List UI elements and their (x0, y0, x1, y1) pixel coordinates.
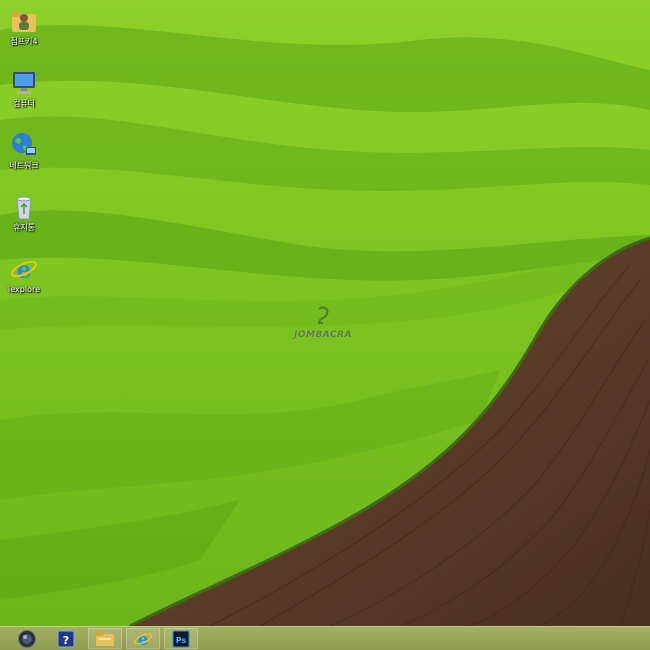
desktop-icon-internet-explorer[interactable]: e iexplore (0, 250, 48, 306)
desktop-icon-label: 네트워크 (9, 161, 39, 170)
svg-text:e: e (138, 630, 149, 649)
taskbar-ie-button[interactable]: e (126, 628, 160, 649)
taskbar-help-button[interactable]: ? (49, 628, 83, 649)
desktop[interactable]: 점프키4 컴퓨터 네트워크 휴지통 e iexplore JOMBACRA ? … (0, 0, 650, 650)
help-icon: ? (57, 630, 75, 647)
network-icon (12, 133, 36, 155)
user-folder-icon (12, 12, 36, 32)
desktop-icon-label: 휴지통 (12, 223, 36, 232)
start-orb-icon (18, 629, 36, 648)
folder-icon (96, 631, 114, 646)
recycle-bin-icon (16, 196, 32, 220)
taskbar-photoshop-button[interactable]: Ps (164, 628, 198, 649)
photoshop-icon: Ps (172, 630, 190, 647)
svg-text:?: ? (63, 634, 69, 647)
wallpaper-watermark: JOMBACRA (283, 306, 363, 342)
desktop-icon-label: iexplore (8, 285, 40, 294)
desktop-icon-label: 점프키4 (10, 37, 38, 46)
watermark-logo-icon (317, 306, 329, 324)
desktop-icon-computer[interactable]: 컴퓨터 (0, 64, 48, 120)
ie-icon: e (133, 630, 153, 649)
desktop-icon-label: 컴퓨터 (12, 99, 36, 108)
watermark-text: JOMBACRA (293, 330, 352, 340)
computer-icon (13, 72, 35, 94)
svg-text:Ps: Ps (176, 636, 187, 645)
ie-icon: e (11, 255, 37, 284)
desktop-icon-user-folder[interactable]: 점프키4 (0, 2, 48, 58)
taskbar-file-explorer-button[interactable] (88, 628, 122, 649)
desktop-icon-recycle-bin[interactable]: 휴지통 (0, 188, 48, 244)
desktop-icon-network[interactable]: 네트워크 (0, 126, 48, 182)
svg-text:e: e (16, 255, 31, 284)
taskbar: ? e Ps (0, 626, 650, 650)
start-button[interactable] (10, 628, 44, 649)
